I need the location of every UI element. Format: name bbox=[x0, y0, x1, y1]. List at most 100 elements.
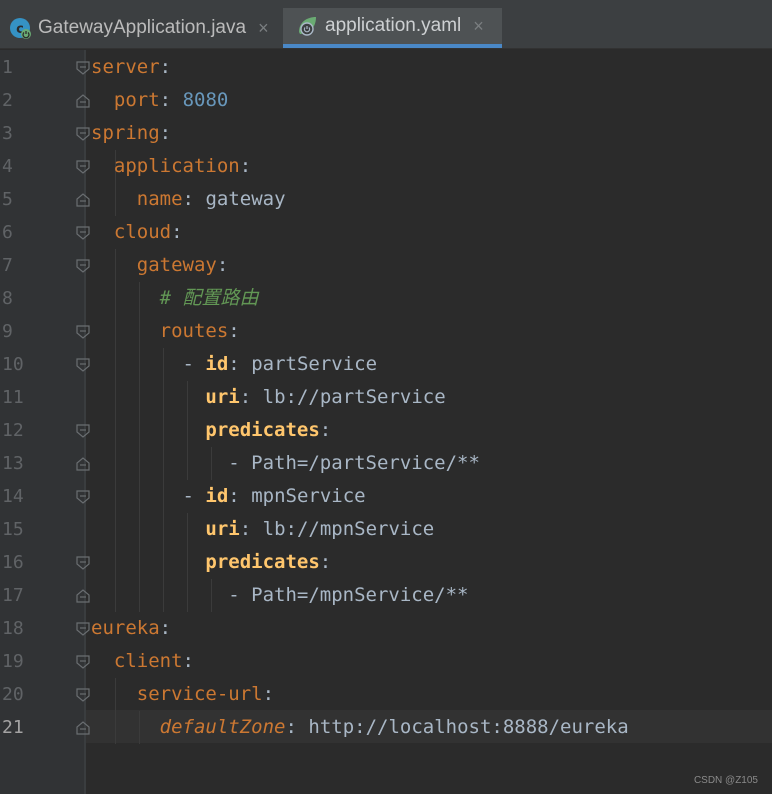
yaml-value: lb://partService bbox=[262, 386, 446, 408]
code-line-5[interactable]: name: gateway bbox=[91, 183, 286, 216]
code-line-15[interactable]: uri: lb://mpnService bbox=[91, 513, 434, 546]
fold-open-icon[interactable] bbox=[76, 127, 90, 141]
yaml-key: service-url bbox=[136, 683, 263, 705]
code-line-11[interactable]: uri: lb://partService bbox=[91, 381, 446, 414]
code-line-17[interactable]: - Path=/mpnService/** bbox=[91, 579, 468, 612]
yaml-key: spring bbox=[91, 122, 160, 144]
yaml-value: mpnService bbox=[251, 485, 366, 507]
yaml-value: gateway bbox=[205, 188, 286, 210]
line-number: 3 bbox=[2, 123, 13, 144]
fold-end-icon[interactable] bbox=[76, 721, 90, 735]
fold-open-icon[interactable] bbox=[76, 424, 90, 438]
line-number: 5 bbox=[2, 189, 13, 210]
yaml-colon: : bbox=[159, 89, 172, 111]
yaml-value: partService bbox=[251, 353, 378, 375]
fold-open-icon[interactable] bbox=[76, 325, 90, 339]
code-line-19[interactable]: client: bbox=[91, 645, 194, 678]
code-line-8[interactable]: # 配置路由 bbox=[91, 282, 259, 315]
fold-open-icon[interactable] bbox=[76, 259, 90, 273]
fold-open-icon[interactable] bbox=[76, 556, 90, 570]
line-number: 7 bbox=[2, 255, 13, 276]
yaml-key: eureka bbox=[91, 617, 160, 639]
yaml-colon: : bbox=[228, 485, 240, 507]
fold-open-icon[interactable] bbox=[76, 655, 90, 669]
yaml-key: predicates bbox=[205, 551, 320, 573]
code-line-7[interactable]: gateway: bbox=[91, 249, 229, 282]
yaml-dash: - bbox=[182, 353, 206, 375]
code-line-16[interactable]: predicates: bbox=[91, 546, 331, 579]
yaml-key: application bbox=[113, 155, 240, 177]
fold-open-icon[interactable] bbox=[76, 61, 90, 75]
yaml-colon: : bbox=[262, 683, 275, 705]
yaml-key: gateway bbox=[136, 254, 217, 276]
line-number: 10 bbox=[2, 354, 24, 375]
yaml-key: id bbox=[205, 485, 229, 507]
yaml-key: name bbox=[136, 188, 183, 210]
yaml-colon: : bbox=[182, 188, 194, 210]
code-line-18[interactable]: eureka: bbox=[91, 612, 171, 645]
code-line-2[interactable]: port: 8080 bbox=[91, 84, 228, 117]
close-tab-icon[interactable]: × bbox=[258, 18, 269, 39]
line-number: 4 bbox=[2, 156, 13, 177]
fold-open-icon[interactable] bbox=[76, 226, 90, 240]
editor-tab-bar: c GatewayApplication.java × application.… bbox=[0, 0, 772, 49]
yaml-value: http://localhost:8888/eureka bbox=[308, 716, 629, 738]
yaml-key: server bbox=[91, 56, 160, 78]
code-line-13[interactable]: - Path=/partService/** bbox=[91, 447, 480, 480]
code-line-10[interactable]: - id: partService bbox=[91, 348, 378, 381]
code-line-20[interactable]: service-url: bbox=[91, 678, 274, 711]
yaml-key: defaultZone bbox=[159, 716, 286, 738]
yaml-key: cloud bbox=[113, 221, 172, 243]
yaml-number-value: 8080 bbox=[182, 89, 229, 111]
code-line-4[interactable]: application: bbox=[91, 150, 251, 183]
tab-application-yaml[interactable]: application.yaml × bbox=[283, 8, 502, 48]
fold-end-icon[interactable] bbox=[76, 457, 90, 471]
yaml-key: uri bbox=[205, 386, 240, 408]
line-number: 2 bbox=[2, 90, 13, 111]
code-line-6[interactable]: cloud: bbox=[91, 216, 183, 249]
line-number: 14 bbox=[2, 486, 24, 507]
line-number-current: 21 bbox=[2, 717, 24, 738]
close-tab-icon[interactable]: × bbox=[473, 16, 484, 37]
yaml-colon: : bbox=[228, 320, 240, 342]
yaml-key: uri bbox=[205, 518, 240, 540]
line-number: 17 bbox=[2, 585, 24, 606]
tab-gateway-application-java[interactable]: c GatewayApplication.java × bbox=[0, 8, 282, 48]
yaml-colon: : bbox=[239, 518, 252, 540]
fold-open-icon[interactable] bbox=[76, 490, 90, 504]
yaml-colon: : bbox=[239, 386, 252, 408]
fold-open-icon[interactable] bbox=[76, 160, 90, 174]
yaml-dash: - bbox=[182, 485, 206, 507]
line-number: 6 bbox=[2, 222, 13, 243]
line-number: 1 bbox=[2, 57, 13, 78]
yaml-colon: : bbox=[159, 56, 172, 78]
yaml-colon: : bbox=[319, 419, 332, 441]
line-number: 12 bbox=[2, 420, 24, 441]
yaml-colon: : bbox=[285, 716, 297, 738]
fold-end-icon[interactable] bbox=[76, 193, 90, 207]
code-line-1[interactable]: server: bbox=[91, 51, 171, 84]
yaml-colon: : bbox=[159, 617, 172, 639]
code-line-21[interactable]: defaultZone: http://localhost:8888/eurek… bbox=[91, 711, 629, 744]
code-line-14[interactable]: - id: mpnService bbox=[91, 480, 366, 513]
yaml-key: routes bbox=[159, 320, 229, 342]
spring-yaml-icon bbox=[299, 17, 316, 36]
yaml-colon: : bbox=[182, 650, 194, 672]
fold-open-icon[interactable] bbox=[76, 622, 90, 636]
yaml-colon: : bbox=[239, 155, 252, 177]
fold-open-icon[interactable] bbox=[76, 358, 90, 372]
yaml-key: id bbox=[205, 353, 229, 375]
fold-end-icon[interactable] bbox=[76, 94, 90, 108]
yaml-key: predicates bbox=[205, 419, 320, 441]
yaml-key: port bbox=[113, 89, 160, 111]
fold-open-icon[interactable] bbox=[76, 688, 90, 702]
code-line-9[interactable]: routes: bbox=[91, 315, 240, 348]
line-number: 20 bbox=[2, 684, 24, 705]
yaml-colon: : bbox=[159, 122, 172, 144]
line-number: 16 bbox=[2, 552, 24, 573]
line-number: 13 bbox=[2, 453, 24, 474]
fold-end-icon[interactable] bbox=[76, 589, 90, 603]
code-line-12[interactable]: predicates: bbox=[91, 414, 331, 447]
tab-label: GatewayApplication.java bbox=[38, 17, 247, 38]
code-line-3[interactable]: spring: bbox=[91, 117, 171, 150]
